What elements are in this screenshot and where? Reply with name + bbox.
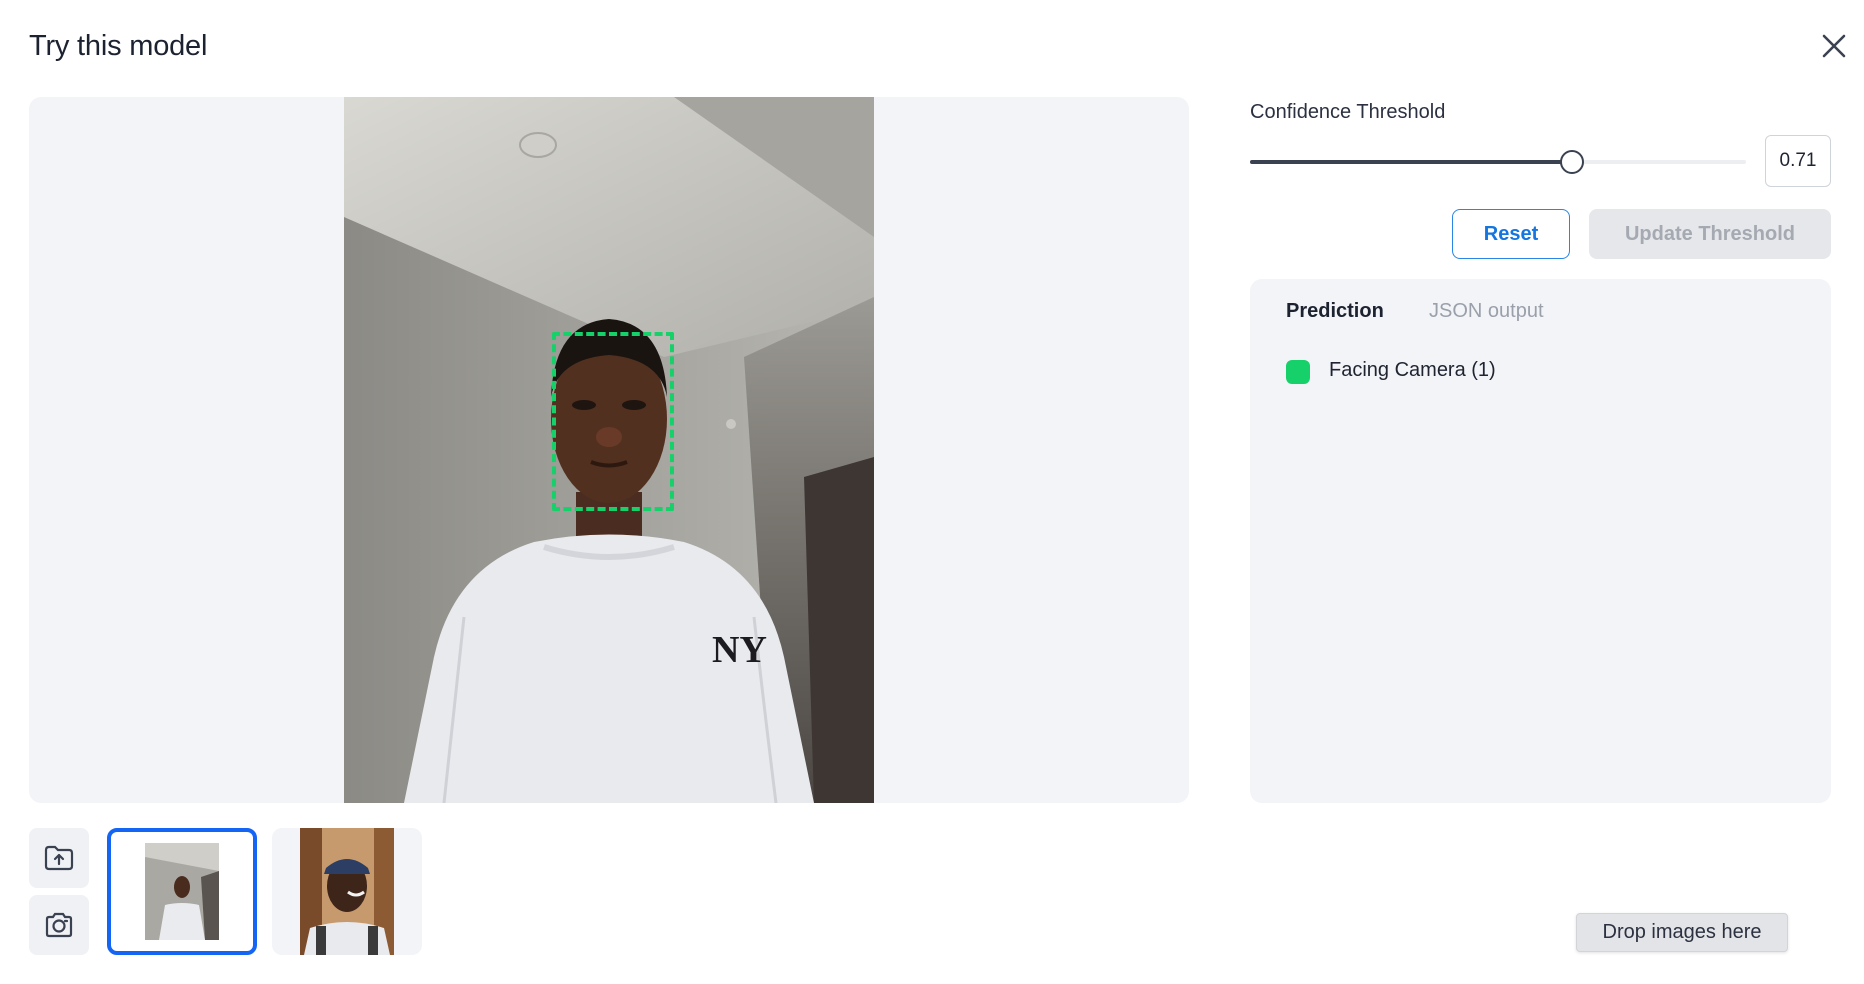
camera-button[interactable] — [29, 895, 89, 955]
reset-button[interactable]: Reset — [1452, 209, 1570, 259]
upload-button[interactable] — [29, 828, 89, 888]
drop-images-hint: Drop images here — [1576, 913, 1788, 952]
thumbnail-1[interactable] — [107, 828, 257, 955]
prediction-color-swatch — [1286, 360, 1310, 384]
folder-upload-icon — [44, 845, 74, 871]
thumbnail-2-image — [300, 828, 394, 955]
results-panel: Prediction JSON output Facing Camera (1) — [1250, 279, 1831, 803]
update-threshold-button[interactable]: Update Threshold — [1589, 209, 1831, 259]
camera-icon — [45, 912, 73, 938]
confidence-slider[interactable] — [1250, 147, 1746, 177]
threshold-label: Confidence Threshold — [1250, 101, 1446, 123]
modal-title: Try this model — [29, 30, 208, 62]
slider-fill — [1250, 160, 1573, 164]
detection-box — [552, 332, 674, 511]
close-button[interactable] — [1818, 30, 1850, 62]
tab-json-output[interactable]: JSON output — [1429, 300, 1544, 323]
close-icon — [1822, 34, 1846, 58]
svg-text:NY: NY — [712, 629, 767, 671]
slider-thumb[interactable] — [1560, 150, 1585, 174]
thumbnail-2[interactable] — [272, 828, 422, 955]
thumbnail-1-image — [145, 843, 219, 940]
prediction-label: Facing Camera (1) — [1329, 359, 1496, 381]
tab-prediction[interactable]: Prediction — [1286, 300, 1384, 323]
image-viewer: NY — [29, 97, 1189, 803]
threshold-value-input[interactable]: 0.71 — [1765, 135, 1831, 187]
